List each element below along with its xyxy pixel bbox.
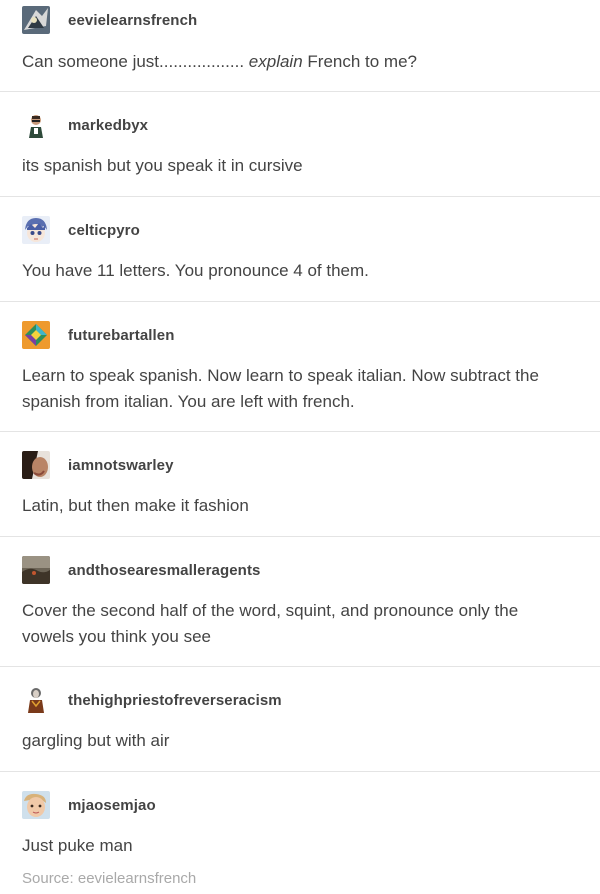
post-text: You have 11 letters. You pronounce 4 of … xyxy=(22,261,369,280)
figure-avatar-icon[interactable] xyxy=(22,686,50,714)
post-author: celticpyro xyxy=(22,215,140,245)
reblog-post: eevielearnsfrench Can someone just......… xyxy=(0,0,600,92)
username-link[interactable]: markedbyx xyxy=(68,117,148,134)
reblog-post: markedbyx its spanish but you speak it i… xyxy=(0,92,600,197)
reblog-post: iamnotswarley Latin, but then make it fa… xyxy=(0,432,600,537)
username-link[interactable]: futurebartallen xyxy=(68,327,175,344)
post-text: Can someone just.................. expla… xyxy=(22,49,567,75)
diamond-logo-avatar-icon[interactable] xyxy=(22,321,50,349)
post-author: futurebartallen xyxy=(22,320,175,350)
post-text-start: Can someone just xyxy=(22,52,160,71)
post-text: Learn to speak spanish. Now learn to spe… xyxy=(22,366,539,411)
reblog-post: andthosearesmalleragents Cover the secon… xyxy=(0,537,600,667)
post-author: markedbyx xyxy=(22,110,148,140)
post-text-end: French to me? xyxy=(302,52,417,71)
portrait-avatar-icon[interactable] xyxy=(22,451,50,479)
reblog-post: celticpyro You have 11 letters. You pron… xyxy=(0,197,600,302)
landscape-avatar-icon[interactable] xyxy=(22,556,50,584)
post-text: its spanish but you speak it in cursive xyxy=(22,156,303,175)
post-text-italic: explain xyxy=(244,52,303,71)
post-author: thehighpriestofreverseracism xyxy=(22,685,282,715)
person-avatar-icon[interactable] xyxy=(22,111,50,139)
username-link[interactable]: thehighpriestofreverseracism xyxy=(68,692,282,709)
username-link[interactable]: andthosearesmalleragents xyxy=(68,562,260,579)
post-author: andthosearesmalleragents xyxy=(22,555,260,585)
selfie-avatar-icon[interactable] xyxy=(22,791,50,819)
post-author: mjaosemjao xyxy=(22,790,156,820)
username-link[interactable]: iamnotswarley xyxy=(68,457,174,474)
post-text: gargling but with air xyxy=(22,731,170,750)
post-author: iamnotswarley xyxy=(22,450,174,480)
post-text-dots: .................. xyxy=(159,52,245,71)
username-link[interactable]: celticpyro xyxy=(68,222,140,239)
source-link[interactable]: Source: eevielearnsfrench xyxy=(22,870,196,887)
username-link[interactable]: mjaosemjao xyxy=(68,797,156,814)
post-text: Just puke man xyxy=(22,836,133,855)
reblog-post: futurebartallen Learn to speak spanish. … xyxy=(0,302,600,432)
username-link[interactable]: eevielearnsfrench xyxy=(68,12,197,29)
pokemon-avatar-icon[interactable] xyxy=(22,6,50,34)
post-text: Latin, but then make it fashion xyxy=(22,496,249,515)
post-text: Cover the second half of the word, squin… xyxy=(22,601,519,646)
reblog-post: thehighpriestofreverseracism gargling bu… xyxy=(0,667,600,772)
post-author: eevielearnsfrench xyxy=(22,5,197,35)
anime-avatar-icon[interactable] xyxy=(22,216,50,244)
